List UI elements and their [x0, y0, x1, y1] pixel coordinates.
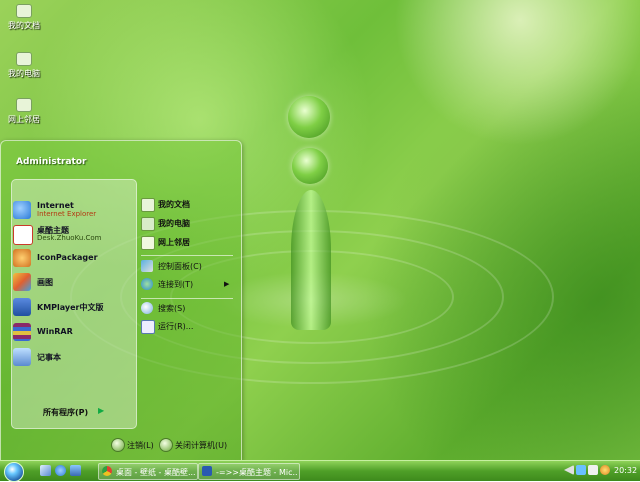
chevron-right-icon: ▶ — [224, 280, 230, 288]
media-player-icon[interactable] — [70, 465, 81, 476]
program-label: 记事本 — [37, 353, 61, 362]
menu-item-label: 连接到(T) — [158, 280, 194, 289]
menu-item-search[interactable]: 搜索(S) — [141, 301, 236, 317]
clock[interactable]: 20:32 — [614, 466, 637, 475]
program-label: WinRAR — [37, 327, 73, 336]
water-drop — [288, 96, 330, 138]
power-icon — [159, 438, 173, 452]
internet-explorer-icon[interactable] — [55, 465, 66, 476]
start-menu: Administrator Internet Internet Explorer… — [0, 140, 242, 462]
iconpackager-icon — [13, 249, 31, 267]
run-icon — [141, 320, 155, 334]
chrome-icon — [102, 466, 112, 476]
connect-to-icon — [141, 278, 153, 290]
taskbar-button-word[interactable]: -=>>桌酷主题 - Mic... — [198, 463, 300, 480]
network-places-icon — [16, 98, 32, 112]
program-zhuoku-theme[interactable]: 桌酷主题 Desk.ZhuoKu.Com — [13, 223, 133, 245]
control-panel-icon — [141, 260, 153, 272]
show-hidden-icons-icon[interactable] — [564, 465, 574, 475]
logoff-icon — [111, 438, 125, 452]
taskbar-button-label: -=>>桌酷主题 - Mic... — [216, 468, 298, 477]
menu-item-connect-to[interactable]: 连接到(T) — [141, 277, 236, 293]
menu-item-label: 运行(R)... — [158, 322, 194, 331]
desktop-icon-label: 网上邻居 — [8, 115, 40, 124]
my-computer-icon — [141, 217, 155, 231]
volume-icon[interactable] — [588, 465, 598, 475]
taskbar: 桌面 - 壁纸 - 桌酷壁... -=>>桌酷主题 - Mic... 20:32 — [0, 460, 640, 482]
menu-item-label: 控制面板(C) — [158, 262, 202, 271]
taskbar-button-chrome[interactable]: 桌面 - 壁纸 - 桌酷壁... — [98, 463, 198, 480]
network-icon[interactable] — [576, 465, 586, 475]
my-documents-icon — [16, 4, 32, 18]
show-desktop-icon[interactable] — [40, 465, 51, 476]
winrar-icon — [13, 323, 31, 341]
menu-item-my-documents[interactable]: 我的文档 — [141, 197, 236, 213]
desktop-icon-network-places[interactable]: 网上邻居 — [4, 98, 44, 125]
program-label: Internet — [37, 201, 74, 210]
chevron-right-icon: ▶ — [98, 406, 105, 415]
desktop-icon-label: 我的文档 — [8, 21, 40, 30]
taskbar-button-label: 桌面 - 壁纸 - 桌酷壁... — [116, 468, 196, 477]
search-icon — [141, 302, 153, 314]
program-winrar[interactable]: WinRAR — [13, 321, 133, 343]
menu-item-label: 网上邻居 — [158, 238, 190, 247]
paint-icon — [13, 273, 31, 291]
program-internet-explorer[interactable]: Internet Internet Explorer — [13, 199, 133, 221]
desktop-background: 我的文档 我的电脑 网上邻居 Administrator Internet In… — [0, 0, 640, 480]
program-notepad[interactable]: 记事本 — [13, 346, 133, 368]
system-tray: 20:32 — [562, 462, 640, 480]
menu-item-control-panel[interactable]: 控制面板(C) — [141, 259, 236, 275]
internet-explorer-icon — [13, 201, 31, 219]
program-kmplayer[interactable]: KMPlayer中文版 — [13, 296, 133, 318]
program-sublabel: Internet Explorer — [37, 210, 97, 218]
qq-icon[interactable] — [600, 465, 610, 475]
menu-divider — [141, 255, 233, 256]
logoff-label: 注销(L) — [127, 441, 154, 450]
my-documents-icon — [141, 198, 155, 212]
all-programs-button[interactable]: 所有程序(P) — [43, 407, 88, 418]
word-icon — [202, 466, 212, 476]
menu-item-label: 搜索(S) — [158, 304, 186, 313]
menu-item-run[interactable]: 运行(R)... — [141, 319, 236, 335]
menu-divider — [141, 298, 233, 299]
my-computer-icon — [16, 52, 32, 66]
program-label: IconPackager — [37, 253, 98, 262]
program-label: 画图 — [37, 278, 53, 287]
network-places-icon — [141, 236, 155, 250]
program-paint[interactable]: 画图 — [13, 271, 133, 293]
menu-item-label: 我的电脑 — [158, 219, 190, 228]
menu-item-network-places[interactable]: 网上邻居 — [141, 235, 236, 251]
user-name: Administrator — [16, 157, 87, 167]
program-label: KMPlayer中文版 — [37, 303, 104, 312]
start-button[interactable] — [4, 462, 24, 482]
notepad-icon — [13, 348, 31, 366]
shutdown-button[interactable]: 关闭计算机(U) — [159, 438, 237, 452]
shutdown-label: 关闭计算机(U) — [175, 441, 228, 450]
program-sublabel: Desk.ZhuoKu.Com — [37, 234, 102, 242]
start-menu-footer: 注销(L) 关闭计算机(U) — [1, 429, 241, 461]
logoff-button[interactable]: 注销(L) — [111, 438, 161, 452]
menu-item-label: 我的文档 — [158, 200, 190, 209]
kmplayer-icon — [13, 298, 31, 316]
water-splash — [291, 190, 331, 330]
desktop-icon-my-computer[interactable]: 我的电脑 — [4, 52, 44, 79]
zhuoku-theme-icon — [13, 225, 33, 245]
program-iconpackager[interactable]: IconPackager — [13, 247, 133, 269]
desktop-icon-label: 我的电脑 — [8, 69, 40, 78]
water-drop — [292, 148, 328, 184]
menu-item-my-computer[interactable]: 我的电脑 — [141, 216, 236, 232]
desktop-icon-my-documents[interactable]: 我的文档 — [4, 4, 44, 31]
